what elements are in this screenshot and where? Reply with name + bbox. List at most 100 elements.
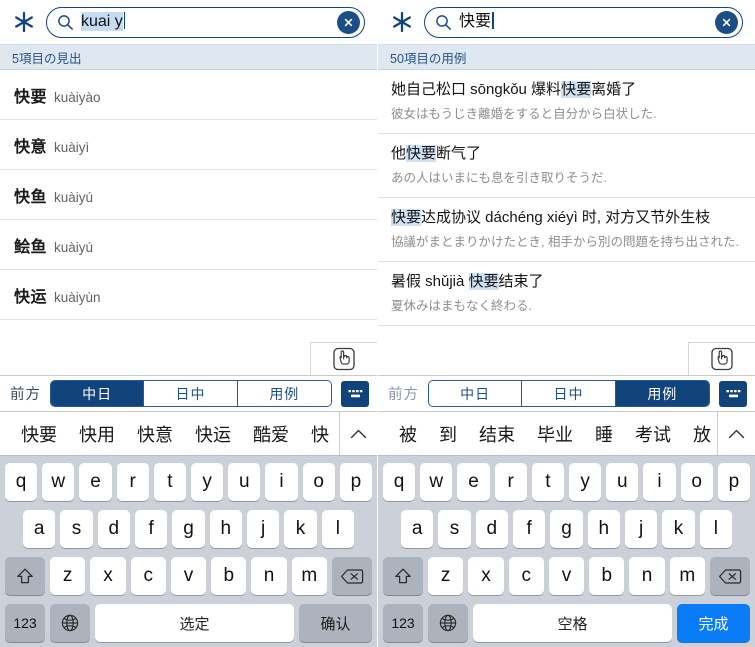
candidate-item[interactable]: 到 <box>428 421 468 447</box>
key-l[interactable]: l <box>321 510 354 548</box>
right-candidate-expand-button[interactable] <box>717 412 755 455</box>
key-a[interactable]: a <box>23 510 56 548</box>
backspace-key[interactable] <box>331 557 372 595</box>
tab-richu[interactable]: 日中 <box>144 381 238 406</box>
list-item[interactable]: 鲙鱼 kuàiyú <box>0 220 377 270</box>
candidate-item[interactable]: 酷爱 <box>242 421 300 447</box>
right-pointing-hand-button[interactable] <box>688 342 755 375</box>
key-y[interactable]: y <box>191 463 224 501</box>
key-q[interactable]: q <box>382 463 416 501</box>
key-e[interactable]: e <box>457 463 490 501</box>
right-example-list[interactable]: 她自己松口 sōngkǒu 爆料快要离婚了 彼女はもうじき離婚をすると自分から白… <box>378 70 755 375</box>
space-key[interactable]: 选定 <box>95 604 294 642</box>
space-key[interactable]: 空格 <box>473 604 672 642</box>
tab-zhongri[interactable]: 中日 <box>51 381 145 406</box>
key-o[interactable]: o <box>302 463 335 501</box>
right-candidate-bar[interactable]: 被 到 结束 毕业 睡 考试 放 <box>378 412 755 456</box>
left-entry-list[interactable]: 快要 kuàiyào 快意 kuàiyì 快鱼 kuàiyú 鲙鱼 kuàiyú… <box>0 70 377 375</box>
key-z[interactable]: z <box>50 557 86 595</box>
key-f[interactable]: f <box>135 510 168 548</box>
key-c[interactable]: c <box>130 557 166 595</box>
key-w[interactable]: w <box>420 463 453 501</box>
key-g[interactable]: g <box>550 510 583 548</box>
right-candidate-scroll[interactable]: 被 到 结束 毕业 睡 考试 放 <box>378 412 717 455</box>
key-p[interactable]: p <box>717 463 751 501</box>
key-v[interactable]: v <box>170 557 207 595</box>
asterisk-icon[interactable] <box>10 8 38 36</box>
key-t[interactable]: t <box>153 463 186 501</box>
left-pointing-hand-button[interactable] <box>310 342 377 375</box>
key-r[interactable]: r <box>116 463 149 501</box>
candidate-item[interactable]: 放 <box>682 421 717 447</box>
key-t[interactable]: t <box>531 463 564 501</box>
key-r[interactable]: r <box>494 463 527 501</box>
numeric-key[interactable]: 123 <box>383 604 423 642</box>
candidate-item[interactable]: 结束 <box>468 421 526 447</box>
key-n[interactable]: n <box>251 557 287 595</box>
list-item[interactable]: 她自己松口 sōngkǒu 爆料快要离婚了 彼女はもうじき離婚をすると自分から白… <box>378 70 755 134</box>
list-item[interactable]: 快鱼 kuàiyú <box>0 170 377 220</box>
left-match-mode-label[interactable]: 前方 <box>10 383 41 404</box>
tab-richu[interactable]: 日中 <box>522 381 616 406</box>
left-segmented-control[interactable]: 中日 日中 用例 <box>50 380 332 407</box>
tab-yongli[interactable]: 用例 <box>237 381 331 406</box>
done-key[interactable]: 完成 <box>677 604 750 642</box>
key-i[interactable]: i <box>265 463 298 501</box>
key-h[interactable]: h <box>209 510 242 548</box>
key-u[interactable]: u <box>606 463 639 501</box>
key-s[interactable]: s <box>60 510 93 548</box>
candidate-item[interactable]: 考试 <box>624 421 682 447</box>
tab-zhongri[interactable]: 中日 <box>429 381 523 406</box>
asterisk-icon[interactable] <box>388 8 416 36</box>
key-k[interactable]: k <box>284 510 317 548</box>
right-segmented-control[interactable]: 中日 日中 用例 <box>428 380 710 407</box>
list-item[interactable]: 他快要断气了 あの人はいまにも息を引き取りそうだ. <box>378 134 755 198</box>
key-o[interactable]: o <box>680 463 713 501</box>
key-g[interactable]: g <box>172 510 205 548</box>
key-k[interactable]: k <box>662 510 695 548</box>
key-n[interactable]: n <box>629 557 665 595</box>
list-item[interactable]: 快要 kuàiyào <box>0 70 377 120</box>
right-keyboard-toggle-button[interactable] <box>719 380 747 407</box>
key-e[interactable]: e <box>79 463 112 501</box>
left-candidate-bar[interactable]: 快要 快用 快意 快运 酷爱 快 <box>0 412 377 456</box>
key-y[interactable]: y <box>569 463 602 501</box>
shift-key[interactable] <box>5 557 46 595</box>
key-x[interactable]: x <box>468 557 504 595</box>
key-f[interactable]: f <box>513 510 546 548</box>
list-item[interactable]: 快意 kuàiyì <box>0 120 377 170</box>
tab-yongli[interactable]: 用例 <box>615 381 709 406</box>
backspace-key[interactable] <box>709 557 750 595</box>
numeric-key[interactable]: 123 <box>5 604 45 642</box>
globe-key[interactable] <box>428 604 468 642</box>
key-x[interactable]: x <box>90 557 126 595</box>
key-w[interactable]: w <box>42 463 75 501</box>
key-l[interactable]: l <box>699 510 732 548</box>
left-search-input[interactable]: kuai y <box>46 6 365 38</box>
candidate-item[interactable]: 快用 <box>68 421 126 447</box>
key-j[interactable]: j <box>624 510 658 548</box>
key-j[interactable]: j <box>246 510 280 548</box>
candidate-item[interactable]: 快意 <box>126 421 184 447</box>
left-keyboard-toggle-button[interactable] <box>341 380 369 407</box>
candidate-item[interactable]: 快要 <box>10 421 68 447</box>
list-item[interactable]: 快运 kuàiyùn <box>0 270 377 320</box>
list-item[interactable]: 暑假 shǔjià 快要结束了 夏休みはまもなく終わる. <box>378 262 755 326</box>
key-h[interactable]: h <box>587 510 620 548</box>
right-search-input[interactable]: 快要 <box>424 6 743 38</box>
list-item[interactable]: 快要达成协议 dáchéng xiéyì 时, 对方又节外生枝 協議がまとまりか… <box>378 198 755 262</box>
key-b[interactable]: b <box>211 557 247 595</box>
key-m[interactable]: m <box>669 557 705 595</box>
key-a[interactable]: a <box>401 510 434 548</box>
key-p[interactable]: p <box>339 463 373 501</box>
key-v[interactable]: v <box>548 557 585 595</box>
key-b[interactable]: b <box>589 557 625 595</box>
key-d[interactable]: d <box>97 510 130 548</box>
key-z[interactable]: z <box>428 557 464 595</box>
shift-key[interactable] <box>383 557 424 595</box>
left-clear-button[interactable] <box>337 10 360 34</box>
key-q[interactable]: q <box>4 463 38 501</box>
key-i[interactable]: i <box>643 463 676 501</box>
candidate-item[interactable]: 快 <box>300 421 339 447</box>
candidate-item[interactable]: 毕业 <box>526 421 584 447</box>
